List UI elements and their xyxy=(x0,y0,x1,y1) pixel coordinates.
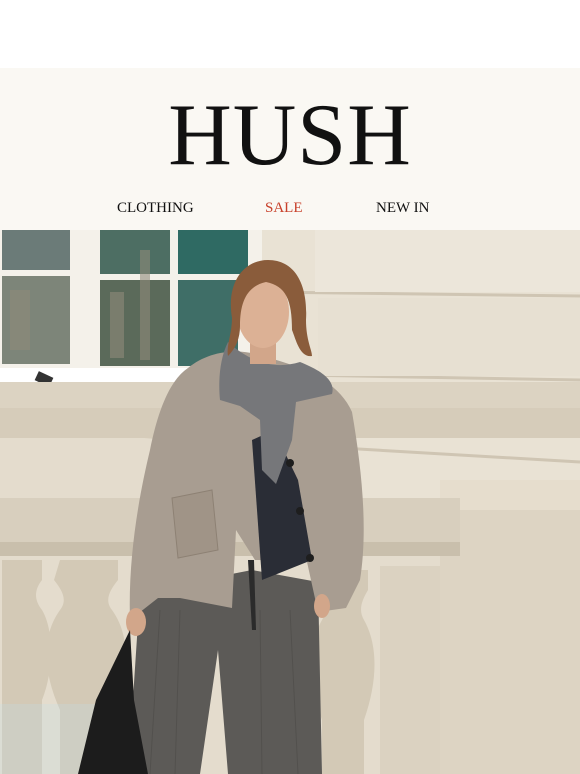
hero-image[interactable] xyxy=(0,230,580,774)
top-spacer xyxy=(0,0,580,68)
email-header: HUSH CLOTHING SALE NEW IN xyxy=(0,68,580,230)
main-nav: CLOTHING SALE NEW IN xyxy=(0,200,580,220)
nav-item-clothing[interactable]: CLOTHING xyxy=(117,200,194,217)
hero-photo-woman-in-coat-icon xyxy=(0,230,580,774)
brand-logo[interactable]: HUSH xyxy=(0,92,580,180)
nav-item-new-in[interactable]: NEW IN xyxy=(376,200,429,217)
nav-item-sale[interactable]: SALE xyxy=(265,200,303,217)
